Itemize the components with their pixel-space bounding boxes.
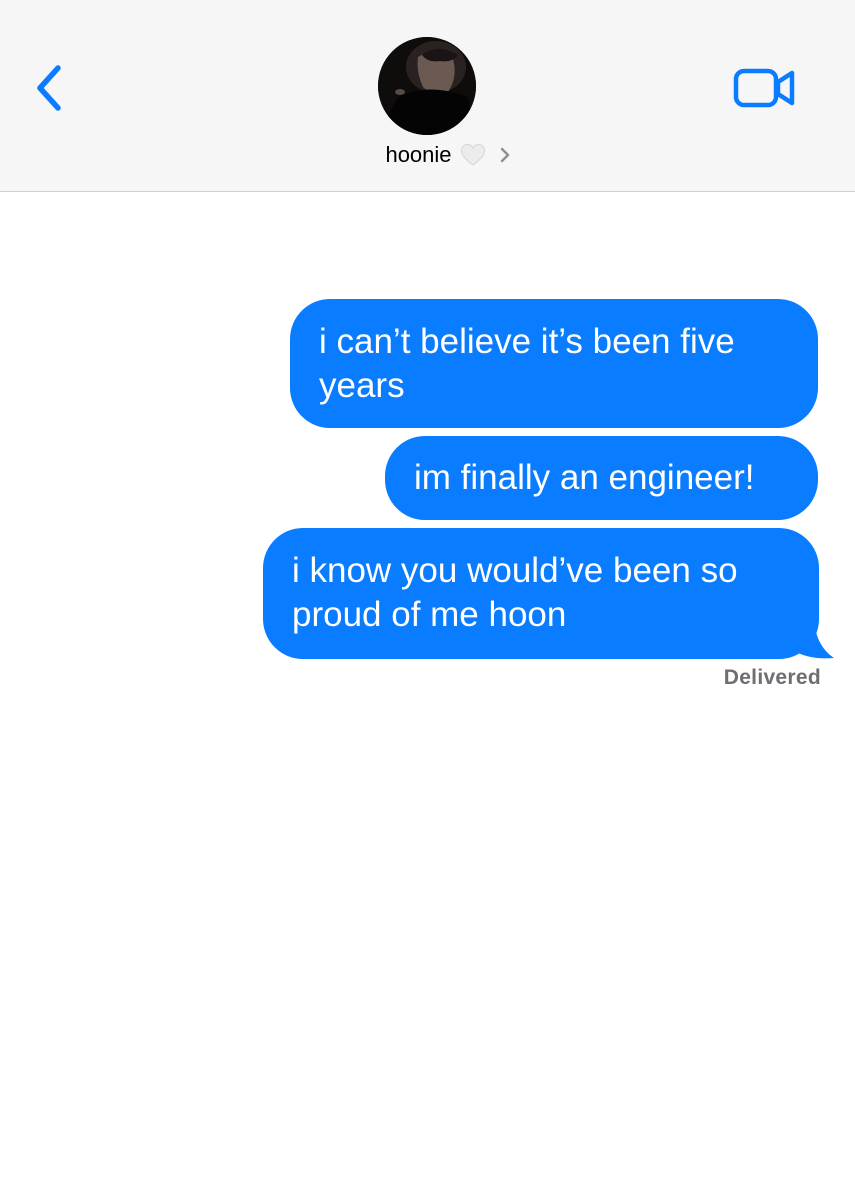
chevron-left-icon [37, 65, 61, 111]
video-call-button[interactable] [733, 66, 797, 110]
avatar-photo [378, 37, 476, 135]
chevron-right-icon [500, 147, 509, 163]
bubble-tail [788, 620, 834, 659]
message-bubble[interactable]: i know you would’ve been so proud of me … [263, 528, 819, 659]
video-camera-icon [733, 68, 795, 108]
back-button[interactable] [30, 62, 70, 114]
nav-header: hoonie [0, 0, 855, 192]
message-bubble[interactable]: i can’t believe it’s been five years [290, 299, 818, 428]
avatar[interactable] [378, 37, 476, 135]
message-bubble[interactable]: im finally an engineer! [385, 436, 818, 520]
contact-name: hoonie [385, 142, 452, 167]
delivery-status: Delivered [723, 666, 821, 689]
contact-title[interactable]: hoonie [0, 142, 855, 168]
white-heart-icon [460, 143, 485, 166]
